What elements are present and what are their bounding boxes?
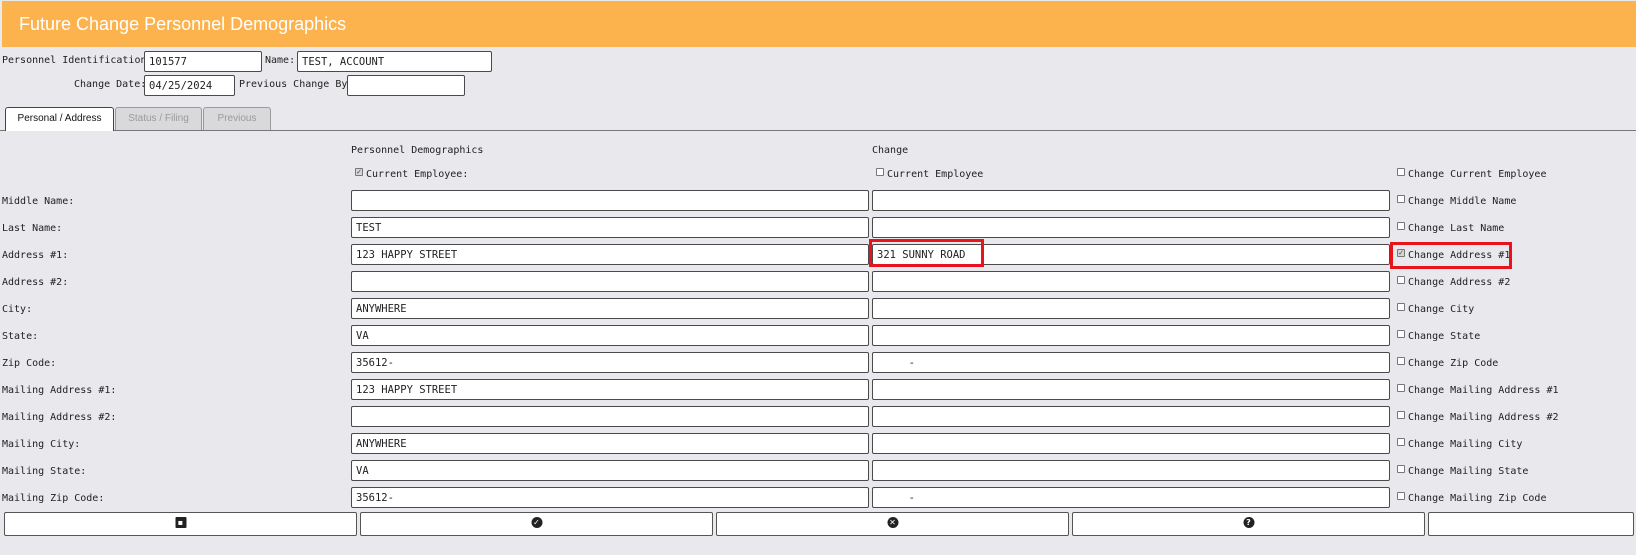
- change-address-2-label: Change Address #2: [1408, 277, 1511, 288]
- current-employee-checkbox[interactable]: ✓: [355, 168, 363, 176]
- x-circle-icon: ✕: [887, 517, 898, 528]
- last-name-change-field[interactable]: [872, 217, 1390, 238]
- change-city-checkbox[interactable]: [1397, 303, 1405, 311]
- change-current-employee-checkbox[interactable]: [1397, 168, 1405, 176]
- change-middle-name-checkbox[interactable]: [1397, 195, 1405, 203]
- last-name-current-field[interactable]: TEST: [351, 217, 869, 238]
- change-mailing-state-checkbox[interactable]: [1397, 465, 1405, 473]
- personnel-id-field[interactable]: 101577: [144, 51, 262, 72]
- row-label: State:: [2, 331, 39, 342]
- change-mailing-zip-code-label: Change Mailing Zip Code: [1408, 493, 1547, 504]
- zip-code-current-field[interactable]: 35612-: [351, 352, 869, 373]
- tab-previous[interactable]: Previous: [203, 107, 271, 130]
- state-current-field[interactable]: VA: [351, 325, 869, 346]
- address-2-current-field[interactable]: [351, 271, 869, 292]
- help-button[interactable]: ?: [1072, 512, 1425, 536]
- floppy-disk-icon: ▪: [175, 517, 186, 528]
- accept-button[interactable]: ✓: [360, 512, 713, 536]
- current-column-header: Personnel Demographics: [351, 145, 484, 156]
- change-zip-code-label: Change Zip Code: [1408, 358, 1499, 369]
- previous-change-by-field[interactable]: [347, 75, 465, 96]
- address-2-change-field[interactable]: [872, 271, 1390, 292]
- mailing-zip-code-change-field[interactable]: -: [872, 487, 1390, 508]
- change-state-label: Change State: [1408, 331, 1481, 342]
- city-current-field[interactable]: ANYWHERE: [351, 298, 869, 319]
- mailing-state-change-field[interactable]: [872, 460, 1390, 481]
- page-title: Future Change Personnel Demographics: [19, 14, 347, 34]
- change-mailing-address-1-checkbox[interactable]: [1397, 384, 1405, 392]
- row-label: Mailing State:: [2, 466, 87, 477]
- change-date-label: Change Date:: [74, 79, 147, 90]
- name-label: Name:: [265, 55, 296, 66]
- change-zip-code-checkbox[interactable]: [1397, 357, 1405, 365]
- question-circle-icon: ?: [1243, 517, 1254, 528]
- change-middle-name-label: Change Middle Name: [1408, 196, 1517, 207]
- extra-button[interactable]: [1428, 512, 1634, 536]
- check-circle-icon: ✓: [531, 517, 542, 528]
- city-change-field[interactable]: [872, 298, 1390, 319]
- row-label: Address #2:: [2, 277, 69, 288]
- change-column-header: Change: [872, 145, 909, 156]
- mailing-city-current-field[interactable]: ANYWHERE: [351, 433, 869, 454]
- tab-personal-address[interactable]: Personal / Address: [5, 107, 114, 131]
- change-address-2-checkbox[interactable]: [1397, 276, 1405, 284]
- change-mailing-city-checkbox[interactable]: [1397, 438, 1405, 446]
- change-current-employee-label: Change Current Employee: [1408, 169, 1547, 180]
- tab-divider: [0, 130, 1636, 131]
- change-mailing-state-label: Change Mailing State: [1408, 466, 1529, 477]
- mailing-address-1-change-field[interactable]: [872, 379, 1390, 400]
- change-mailing-address-1-label: Change Mailing Address #1: [1408, 385, 1559, 396]
- change-city-label: Change City: [1408, 304, 1475, 315]
- middle-name-current-field[interactable]: [351, 190, 869, 211]
- current-employee-label: Current Employee:: [366, 169, 469, 180]
- save-button[interactable]: ▪: [4, 512, 357, 536]
- change-last-name-label: Change Last Name: [1408, 223, 1505, 234]
- row-label: Address #1:: [2, 250, 69, 261]
- row-label: Last Name:: [2, 223, 63, 234]
- change-mailing-address-2-label: Change Mailing Address #2: [1408, 412, 1559, 423]
- change-mailing-zip-code-checkbox[interactable]: [1397, 492, 1405, 500]
- zip-code-change-field[interactable]: -: [872, 352, 1390, 373]
- mailing-address-2-change-field[interactable]: [872, 406, 1390, 427]
- row-label: Mailing Address #2:: [2, 412, 117, 423]
- address-1-current-field[interactable]: 123 HAPPY STREET: [351, 244, 869, 265]
- personnel-id-label: Personnel Identification:: [2, 55, 153, 66]
- change-employee-label: Current Employee: [887, 169, 984, 180]
- mailing-zip-code-current-field[interactable]: 35612-: [351, 487, 869, 508]
- row-label: Mailing Address #1:: [2, 385, 117, 396]
- mailing-city-change-field[interactable]: [872, 433, 1390, 454]
- row-label: Mailing City:: [2, 439, 81, 450]
- change-employee-checkbox[interactable]: [876, 168, 884, 176]
- mailing-address-2-current-field[interactable]: [351, 406, 869, 427]
- tab-status-filing[interactable]: Status / Filing: [115, 107, 202, 130]
- row-label: Middle Name:: [2, 196, 75, 207]
- change-mailing-address-2-checkbox[interactable]: [1397, 411, 1405, 419]
- previous-change-by-label: Previous Change By:: [239, 79, 354, 90]
- change-state-checkbox[interactable]: [1397, 330, 1405, 338]
- change-last-name-checkbox[interactable]: [1397, 222, 1405, 230]
- middle-name-change-field[interactable]: [872, 190, 1390, 211]
- name-field[interactable]: TEST, ACCOUNT: [297, 51, 492, 72]
- change-mailing-city-label: Change Mailing City: [1408, 439, 1523, 450]
- title-bar: Future Change Personnel Demographics: [2, 1, 1636, 47]
- highlight-change-address-1-toggle: [1390, 242, 1512, 269]
- state-change-field[interactable]: [872, 325, 1390, 346]
- cancel-button[interactable]: ✕: [716, 512, 1069, 536]
- mailing-state-current-field[interactable]: VA: [351, 460, 869, 481]
- row-label: Zip Code:: [2, 358, 57, 369]
- highlight-address-1-change: [869, 239, 984, 267]
- row-label: Mailing Zip Code:: [2, 493, 105, 504]
- mailing-address-1-current-field[interactable]: 123 HAPPY STREET: [351, 379, 869, 400]
- change-date-field[interactable]: 04/25/2024: [144, 75, 235, 96]
- row-label: City:: [2, 304, 33, 315]
